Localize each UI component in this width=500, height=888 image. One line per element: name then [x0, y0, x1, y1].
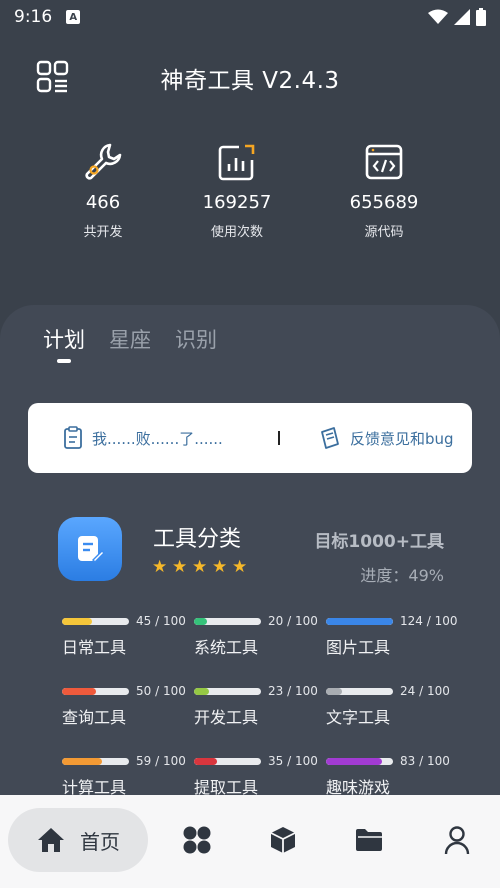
- progress-bar: [62, 758, 129, 765]
- stat-usage: 169257 使用次数: [177, 140, 297, 240]
- tool-item[interactable]: 24 / 100 文字工具: [326, 684, 454, 734]
- app-title: 神奇工具 V2.4.3: [160, 68, 340, 94]
- tool-count: 50 / 100: [136, 684, 186, 698]
- nav-profile[interactable]: [440, 823, 474, 857]
- tool-name: 文字工具: [326, 708, 391, 727]
- progress-bar: [326, 618, 393, 625]
- note-edit-icon: [78, 536, 105, 563]
- stat-developed-value: 466: [85, 192, 121, 213]
- status-bar: 9:16 A: [0, 0, 500, 34]
- stat-source-label: 源代码: [364, 225, 404, 240]
- status-icons: [428, 8, 486, 26]
- notice-left[interactable]: 我......败......了......: [62, 426, 242, 450]
- feedback-text: 反馈意见和bug: [350, 429, 454, 448]
- progress-bar: [326, 758, 393, 765]
- category-icon: [58, 517, 122, 581]
- progress-fill: [194, 618, 208, 625]
- nav-cube[interactable]: [266, 823, 300, 857]
- progress-fill: [62, 758, 102, 765]
- cube-icon: [270, 827, 296, 853]
- tool-name: 查询工具: [62, 708, 127, 727]
- progress-fill: [194, 688, 210, 695]
- tool-count: 124 / 100: [400, 614, 458, 628]
- tool-item[interactable]: 45 / 100 日常工具: [62, 614, 190, 664]
- tool-count: 20 / 100: [268, 614, 318, 628]
- app-header: 神奇工具 V2.4.3: [0, 58, 500, 98]
- progress-text: 进度：49%: [360, 566, 444, 585]
- folder-icon: [356, 829, 382, 851]
- signal-icon: [454, 9, 470, 25]
- notice-divider: [278, 431, 280, 445]
- progress-bar: [62, 688, 129, 695]
- nav-home[interactable]: 首页: [8, 808, 148, 872]
- progress-fill: [326, 618, 393, 625]
- wifi-icon: [428, 9, 448, 24]
- battery-icon: [476, 8, 486, 26]
- nav-home-label: 首页: [80, 829, 120, 854]
- progress-bar: [194, 688, 261, 695]
- apps-icon: [183, 826, 211, 854]
- tool-item[interactable]: 20 / 100 系统工具: [194, 614, 322, 664]
- nav-folder[interactable]: [352, 823, 386, 857]
- tool-name: 系统工具: [194, 638, 259, 657]
- star-icon: ★: [212, 557, 228, 577]
- progress-bar: [62, 618, 129, 625]
- feedback-icon: [321, 427, 339, 449]
- feedback-link[interactable]: 反馈意见和bug: [318, 426, 454, 450]
- wrench-icon: [85, 143, 122, 180]
- status-time: 9:16: [14, 7, 53, 27]
- user-icon: [444, 826, 470, 855]
- goal-text: 目标1000+工具: [314, 532, 444, 552]
- star-icon: ★: [192, 557, 208, 577]
- star-icon: ★: [152, 557, 168, 577]
- star-icon: ★: [232, 557, 248, 577]
- tab-plan[interactable]: 计划: [43, 324, 85, 354]
- notification-icon: A: [66, 10, 81, 24]
- tool-item[interactable]: 124 / 100 图片工具: [326, 614, 458, 664]
- category-title: 工具分类: [153, 527, 242, 552]
- clipboard-icon: [64, 426, 82, 449]
- tool-count: 45 / 100: [136, 614, 186, 628]
- tool-item[interactable]: 50 / 100 查询工具: [62, 684, 190, 734]
- notice-card: 我......败......了...... 反馈意见和bug: [28, 403, 472, 473]
- progress-fill: [326, 688, 343, 695]
- menu-grid-icon[interactable]: [36, 60, 70, 94]
- star-icon: ★: [172, 557, 188, 577]
- progress-fill: [62, 618, 93, 625]
- tool-count: 59 / 100: [136, 754, 186, 768]
- tab-indicator: [57, 359, 71, 363]
- tab-constellation[interactable]: 星座: [109, 324, 151, 354]
- tool-count: 24 / 100: [400, 684, 450, 698]
- home-icon: [38, 828, 64, 852]
- progress-fill: [326, 758, 382, 765]
- tab-bar: 计划 星座 识别: [43, 324, 217, 354]
- tool-name: 日常工具: [62, 638, 127, 657]
- progress-bar: [326, 688, 393, 695]
- tab-recognize[interactable]: 识别: [175, 324, 217, 354]
- rating-stars: ★ ★ ★ ★ ★: [152, 557, 248, 577]
- notice-left-text: 我......败......了......: [92, 429, 223, 448]
- progress-bar: [194, 618, 261, 625]
- stat-source-value: 655689: [349, 192, 419, 213]
- chart-icon: [218, 144, 255, 181]
- stat-usage-label: 使用次数: [210, 225, 263, 240]
- progress-bar: [194, 758, 261, 765]
- tool-count: 35 / 100: [268, 754, 318, 768]
- progress-fill: [194, 758, 218, 765]
- tool-item[interactable]: 23 / 100 开发工具: [194, 684, 322, 734]
- tool-count: 23 / 100: [268, 684, 318, 698]
- stat-source: 655689 源代码: [324, 140, 444, 240]
- progress-fill: [62, 688, 96, 695]
- tool-name: 开发工具: [194, 708, 259, 727]
- stat-developed-label: 共开发: [83, 225, 123, 240]
- nav-apps[interactable]: [180, 823, 214, 857]
- bottom-nav: 首页: [0, 795, 500, 888]
- tool-name: 图片工具: [326, 638, 391, 657]
- stat-usage-value: 169257: [202, 192, 272, 213]
- tool-count: 83 / 100: [400, 754, 450, 768]
- code-icon: [365, 144, 403, 180]
- stat-developed: 466 共开发: [43, 140, 163, 240]
